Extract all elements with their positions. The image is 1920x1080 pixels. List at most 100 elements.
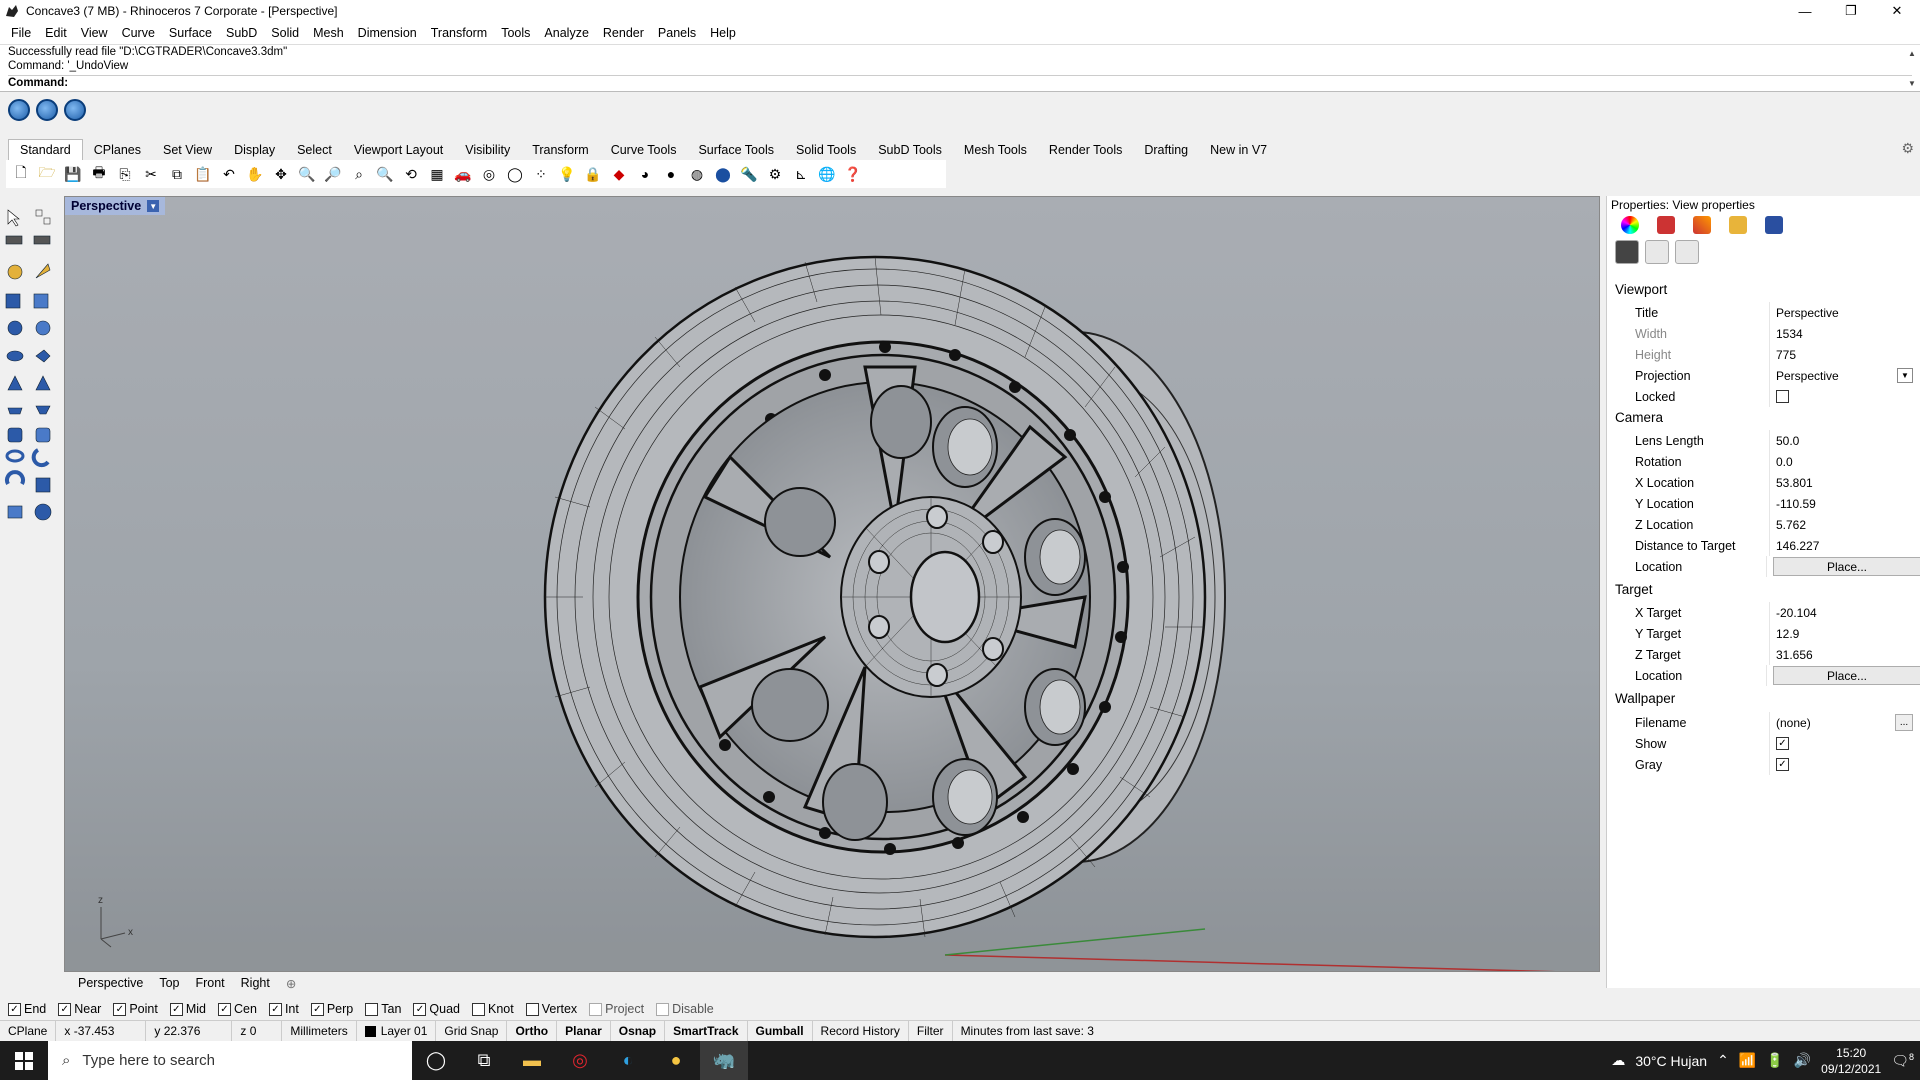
smarttrack-toggle[interactable]: SmartTrack [665,1020,748,1042]
lock-icon[interactable]: 🔒 [582,163,604,185]
pan-icon[interactable]: ✋ [244,163,266,185]
volume-icon[interactable]: 🔊 [1794,1052,1811,1069]
render-icon[interactable]: ⬤ [712,163,734,185]
planar-toggle[interactable]: Planar [557,1020,611,1042]
title-field[interactable]: Perspective [1769,302,1920,323]
tab-subd-tools[interactable]: SubD Tools [867,140,953,160]
osnap-cen[interactable]: ✓ Cen [218,1002,257,1016]
tab-drafting[interactable]: Drafting [1133,140,1199,160]
undo-icon[interactable]: ↶ [218,163,240,185]
menu-subd[interactable]: SubD [219,26,264,40]
color-wheel-icon[interactable] [1621,216,1639,234]
osnap-mid[interactable]: ✓ Mid [169,1002,206,1016]
distance-field[interactable]: 146.227 [1769,535,1920,556]
menu-analyze[interactable]: Analyze [537,26,595,40]
chevron-up-icon[interactable]: ⌃ [1717,1052,1729,1069]
flashlight-icon[interactable]: 🔦 [738,163,760,185]
viewport-tab-right[interactable]: Right [233,974,278,992]
chevron-down-icon[interactable]: ▼ [147,200,160,212]
command-history[interactable]: Successfully read file "D:\CGTRADER\Conc… [0,44,1920,92]
weather-text[interactable]: 30°C Hujan [1635,1053,1707,1069]
zoom-icon[interactable]: 🔍 [296,163,318,185]
osnap-tan-checkbox[interactable] [365,1002,379,1016]
tab-surface-tools[interactable]: Surface Tools [687,140,785,160]
osnap-near[interactable]: ✓ Near [58,1002,101,1016]
menu-dimension[interactable]: Dimension [351,26,424,40]
osnap-vertex-checkbox[interactable] [525,1002,539,1016]
new-file-icon[interactable]: 🗋 [10,163,32,185]
wireframe-icon[interactable]: ◎ [478,163,500,185]
help-icon[interactable]: ❓ [842,163,864,185]
units-indicator[interactable]: Millimeters [282,1020,357,1042]
osnap-quad-checkbox[interactable]: ✓ [413,1002,427,1016]
z-target-field[interactable]: 31.656 [1769,644,1920,665]
menu-transform[interactable]: Transform [424,26,495,40]
viewport-tab-perspective[interactable]: Perspective [70,974,151,992]
osnap-project-checkbox[interactable] [589,1002,603,1016]
osnap-mid-checkbox[interactable]: ✓ [169,1002,183,1016]
viewport-tab-front[interactable]: Front [187,974,232,992]
circle-icon[interactable]: ◯ [504,163,526,185]
bulb-icon[interactable]: 💡 [556,163,578,185]
osnap-toggle[interactable]: Osnap [611,1020,666,1042]
x-location-field[interactable]: 53.801 [1769,472,1920,493]
frame-icon[interactable] [1675,240,1699,264]
menu-view[interactable]: View [74,26,115,40]
taskbar-search[interactable]: ⌕ Type here to search [48,1041,412,1080]
filename-field[interactable]: (none) [1776,716,1811,730]
tab-viewport-layout[interactable]: Viewport Layout [343,140,454,160]
task-view-icon[interactable]: ⧉ [460,1041,508,1080]
opera-icon[interactable]: ◎ [556,1041,604,1080]
wheel-model[interactable]: z x [65,197,1600,972]
osnap-perp-checkbox[interactable]: ✓ [310,1002,324,1016]
layer-indicator[interactable]: Layer 01 [357,1020,437,1042]
osnap-end[interactable]: ✓ End [8,1002,46,1016]
tab-select[interactable]: Select [286,140,343,160]
camera-icon[interactable] [1615,240,1639,264]
osnap-tan[interactable]: Tan [365,1002,401,1016]
dimension-icon[interactable]: ⊾ [790,163,812,185]
cplane-indicator[interactable]: CPlane [0,1020,57,1042]
perspective-viewport[interactable]: z x Perspective ▼ [64,196,1600,972]
globe-icon[interactable]: 🌐 [816,163,838,185]
chevron-down-icon[interactable]: ▼ [1897,368,1913,383]
clock[interactable]: 15:20 09/12/2021 [1821,1045,1881,1077]
save-icon[interactable]: 💾 [62,163,84,185]
copy-icon[interactable]: ⧉ [166,163,188,185]
osnap-point-checkbox[interactable]: ✓ [113,1002,127,1016]
network-icon[interactable]: 📶 [1739,1052,1756,1069]
gumball-toggle[interactable]: Gumball [748,1020,813,1042]
show-checkbox[interactable]: ✓ [1776,737,1789,750]
tab-transform[interactable]: Transform [521,140,600,160]
open-file-icon[interactable]: 🗁 [36,163,58,185]
osnap-disable-checkbox[interactable] [656,1002,670,1016]
tab-solid-tools[interactable]: Solid Tools [785,140,867,160]
zoom-window-icon[interactable]: 🔎 [322,163,344,185]
plugin-icon-2[interactable] [36,99,58,121]
target-place-button[interactable]: Place... [1773,666,1920,685]
minimize-button[interactable]: — [1782,0,1828,22]
tab-cplanes[interactable]: CPlanes [83,140,152,160]
color-wheel-icon[interactable]: ◕ [634,163,656,185]
viewport-tab-top[interactable]: Top [151,974,187,992]
move-view-icon[interactable]: ✥ [270,163,292,185]
command-prompt[interactable]: Command: [8,75,1912,89]
viewport-title-tab[interactable]: Perspective ▼ [65,197,166,215]
command-scrollbar[interactable]: ▲ ▼ [1906,47,1918,91]
four-view-icon[interactable]: ▦ [426,163,448,185]
import-icon[interactable]: ⎘ [114,163,136,185]
add-viewport-icon[interactable]: ⊕ [278,974,304,993]
x-target-field[interactable]: -20.104 [1769,602,1920,623]
ortho-toggle[interactable]: Ortho [507,1020,558,1042]
menu-mesh[interactable]: Mesh [306,26,351,40]
tab-new-in-v7[interactable]: New in V7 [1199,140,1278,160]
osnap-vertex[interactable]: Vertex [525,1002,577,1016]
plugin-icon-3[interactable] [64,99,86,121]
menu-solid[interactable]: Solid [264,26,306,40]
menu-tools[interactable]: Tools [494,26,537,40]
menu-edit[interactable]: Edit [38,26,74,40]
osnap-knot[interactable]: Knot [472,1002,514,1016]
osnap-perp[interactable]: ✓ Perp [310,1002,353,1016]
projection-select[interactable]: Perspective ▼ [1769,365,1920,386]
cut-icon[interactable]: ✂ [140,163,162,185]
